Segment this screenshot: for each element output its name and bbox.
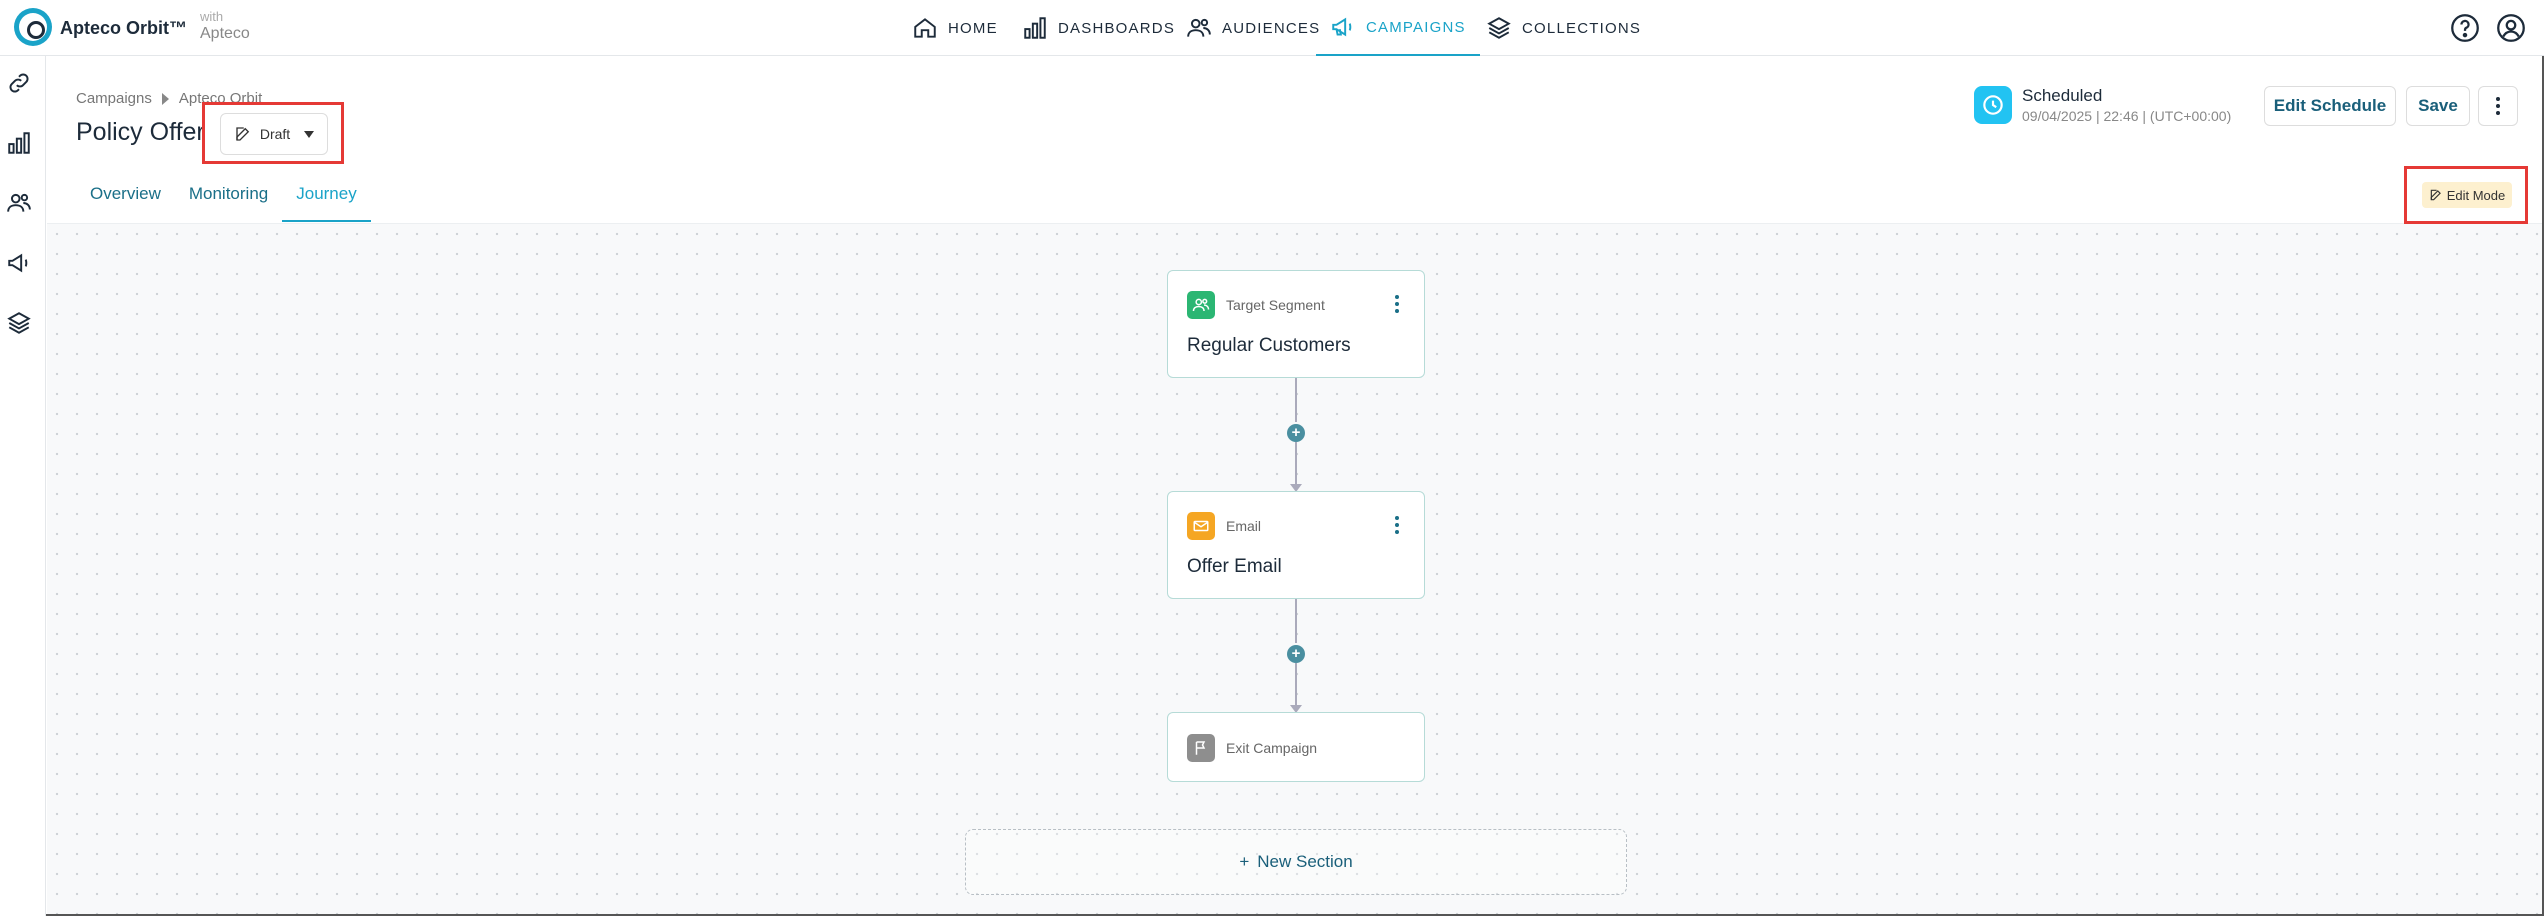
kebab-menu-icon <box>2496 97 2500 115</box>
brand-name: Apteco Orbit™ <box>60 18 188 38</box>
highlight-box-status <box>202 102 344 164</box>
megaphone-icon <box>1332 17 1352 37</box>
nav-home-label: HOME <box>948 19 998 37</box>
nav-collections-label: COLLECTIONS <box>1522 19 1642 37</box>
more-options-button[interactable] <box>2478 86 2518 126</box>
connector-line <box>1295 663 1297 705</box>
tab-journey[interactable]: Journey <box>282 176 371 222</box>
help-icon[interactable] <box>2448 11 2482 45</box>
save-button[interactable]: Save <box>2406 86 2470 126</box>
layers-icon <box>1487 17 1511 39</box>
breadcrumb-campaigns[interactable]: Campaigns <box>76 90 152 107</box>
node-name-label: Regular Customers <box>1187 335 1351 356</box>
bar-chart-icon <box>1024 17 1046 39</box>
journey-node-email[interactable]: Email Offer Email <box>1167 491 1425 599</box>
add-step-icon[interactable]: + <box>1287 424 1305 442</box>
people-icon[interactable] <box>6 190 32 216</box>
nav-campaigns[interactable]: CAMPAIGNS <box>1316 0 1480 56</box>
connector-line <box>1295 442 1297 484</box>
bar-chart-icon[interactable] <box>6 130 32 156</box>
people-icon <box>1187 291 1215 319</box>
orbit-logo-icon[interactable] <box>14 8 52 46</box>
people-icon <box>1187 18 1211 37</box>
mail-icon <box>1187 512 1215 540</box>
breadcrumb-separator-icon <box>161 92 169 105</box>
node-type-label: Target Segment <box>1226 297 1325 313</box>
connector-line <box>1295 378 1297 422</box>
partner-name: Apteco <box>200 25 250 42</box>
top-bar: Apteco Orbit™ with Apteco HOME DASHBOARD… <box>0 0 2544 56</box>
with-label: with <box>200 9 224 24</box>
tab-monitoring[interactable]: Monitoring <box>175 176 282 222</box>
connector-line <box>1295 599 1297 643</box>
nav-home[interactable]: HOME <box>912 0 998 56</box>
nav-dashboards-label: DASHBOARDS <box>1058 19 1176 37</box>
page-title: Policy Offer <box>76 118 205 146</box>
account-icon[interactable] <box>2494 11 2528 45</box>
plus-icon: + <box>1239 852 1250 871</box>
left-rail <box>0 56 46 916</box>
highlight-box-edit-mode <box>2404 166 2528 224</box>
schedule-date: 09/04/2025 | 22:46 | (UTC+00:00) <box>2022 108 2232 124</box>
nav-campaigns-label: CAMPAIGNS <box>1366 18 1466 36</box>
kebab-menu-icon[interactable] <box>1394 516 1400 538</box>
add-step-icon[interactable]: + <box>1287 645 1305 663</box>
nav-dashboards[interactable]: DASHBOARDS <box>1022 0 1175 56</box>
schedule-status: Scheduled <box>2022 86 2103 105</box>
node-type-label: Exit Campaign <box>1226 740 1318 756</box>
megaphone-icon[interactable] <box>6 250 32 276</box>
new-section-button[interactable]: + New Section <box>965 829 1627 895</box>
tab-overview[interactable]: Overview <box>76 176 175 222</box>
nav-audiences-label: AUDIENCES <box>1222 19 1321 37</box>
new-section-label: New Section <box>1257 852 1353 871</box>
node-type-label: Email <box>1226 518 1262 534</box>
nav-audiences[interactable]: AUDIENCES <box>1186 0 1320 56</box>
tab-bar: Overview Monitoring Journey <box>76 176 371 222</box>
nav-collections[interactable]: COLLECTIONS <box>1486 0 1641 56</box>
journey-node-target-segment[interactable]: Target Segment Regular Customers <box>1167 270 1425 378</box>
journey-node-exit[interactable]: Exit Campaign <box>1167 712 1425 782</box>
clock-icon <box>1974 86 2012 124</box>
link-icon[interactable] <box>6 70 32 96</box>
kebab-menu-icon[interactable] <box>1394 295 1400 317</box>
flag-icon <box>1187 734 1215 762</box>
layers-icon[interactable] <box>6 310 32 336</box>
edit-schedule-button[interactable]: Edit Schedule <box>2264 86 2396 126</box>
node-name-label: Offer Email <box>1187 556 1282 577</box>
home-icon <box>914 18 936 38</box>
